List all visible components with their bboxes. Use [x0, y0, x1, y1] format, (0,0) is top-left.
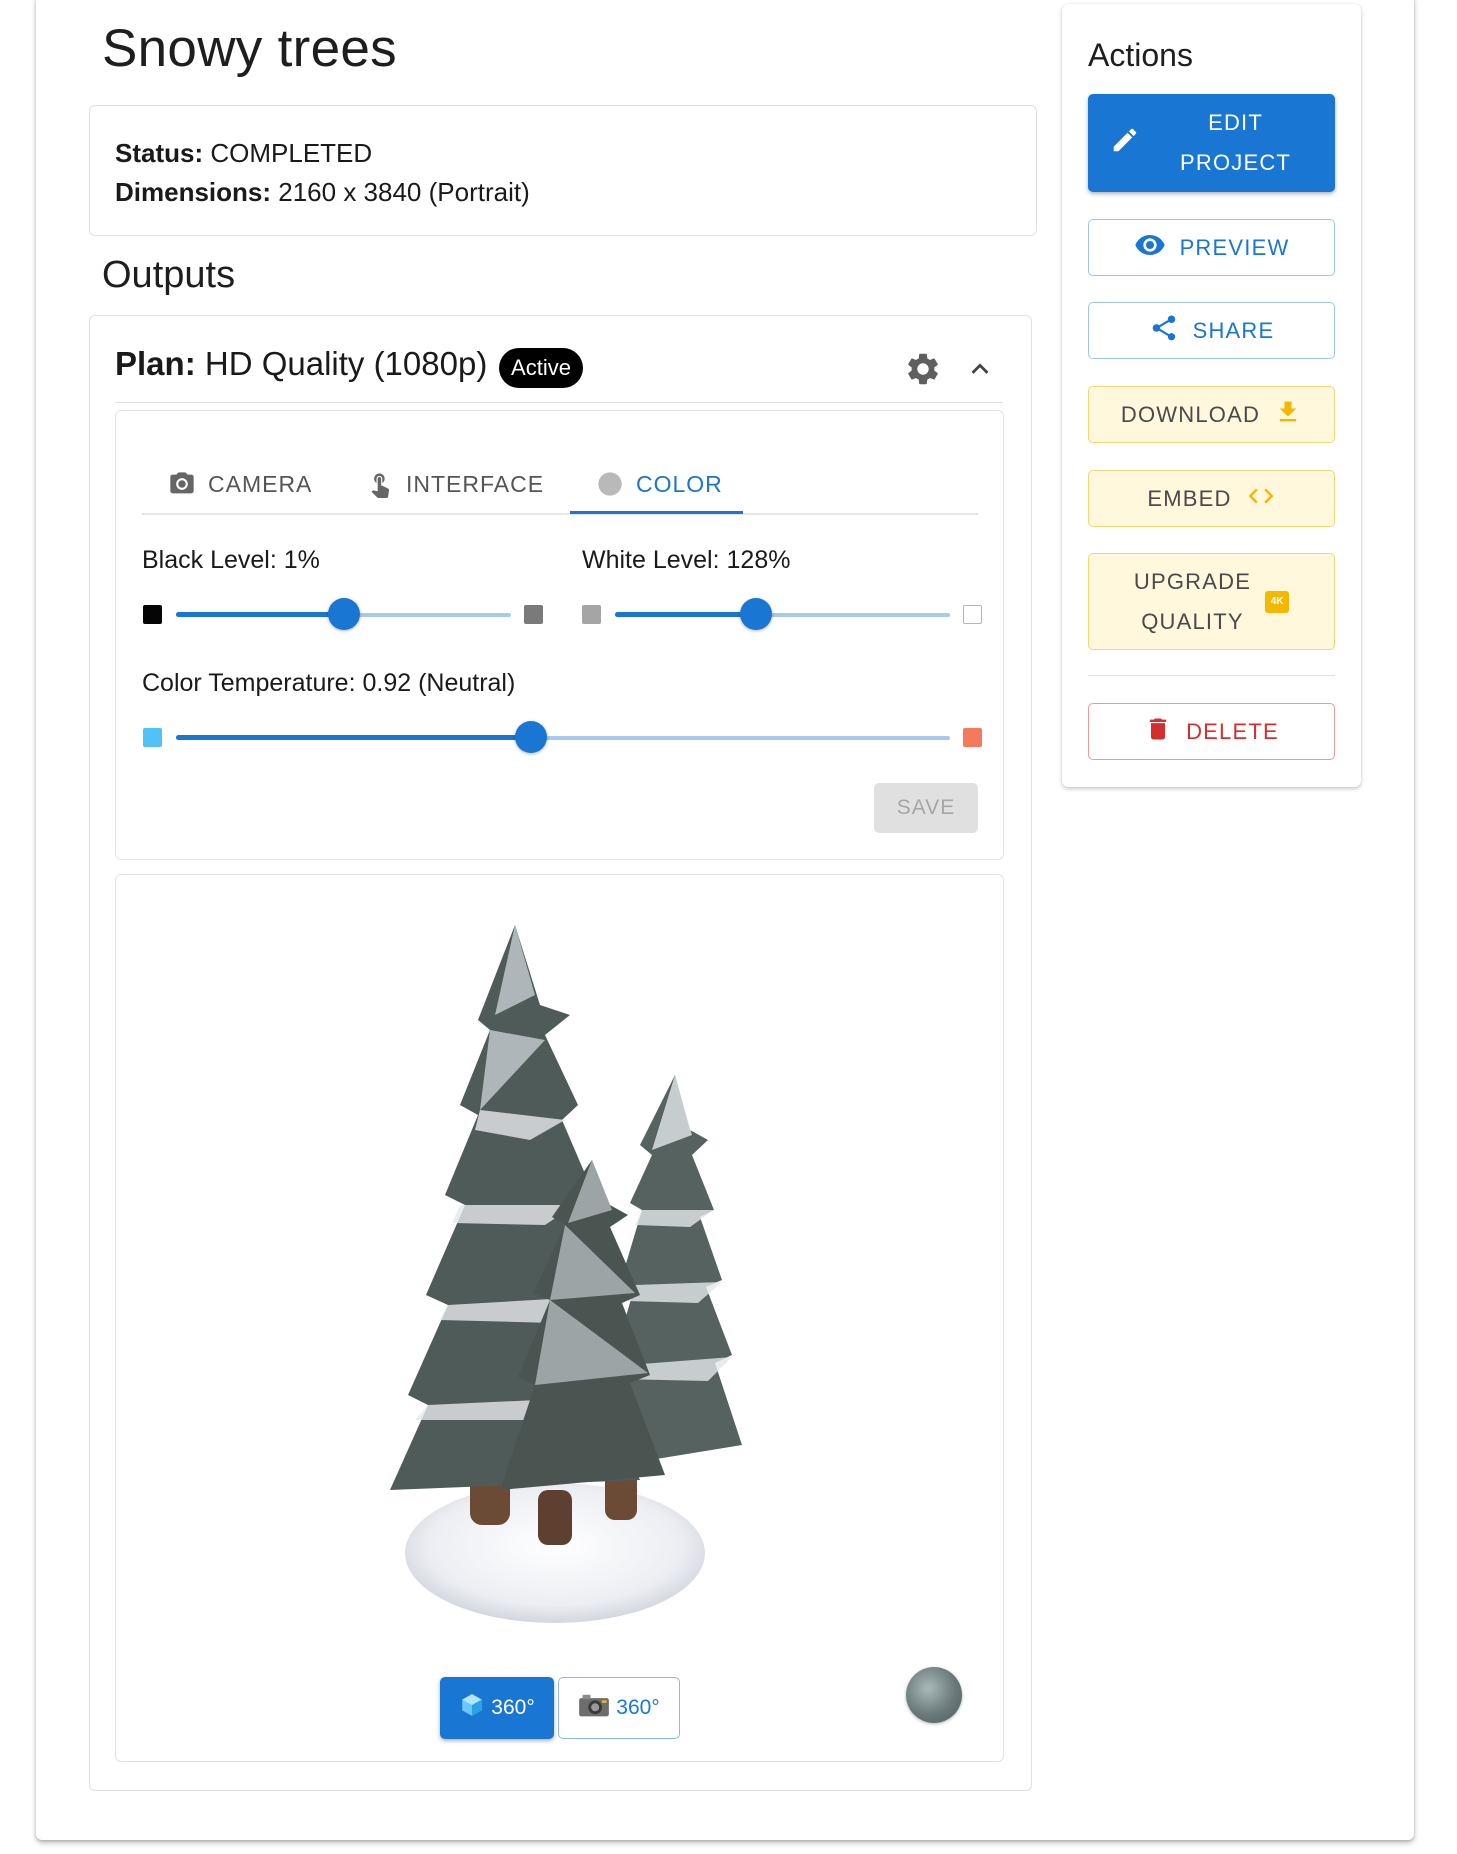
gray-swatch	[524, 605, 543, 624]
edit-project-button[interactable]: EDIT PROJECT	[1088, 94, 1335, 192]
tabs-divider	[142, 513, 978, 515]
cube-icon	[459, 1692, 485, 1724]
black-level-thumb[interactable]	[328, 598, 360, 630]
dimensions-value: 2160 x 3840 (Portrait)	[278, 177, 530, 207]
eye-icon	[1134, 229, 1166, 267]
tab-camera-label: CAMERA	[208, 470, 313, 497]
black-level-label: Black Level: 1%	[142, 546, 320, 574]
project-info-card	[89, 105, 1037, 236]
embed-button[interactable]: EMBED	[1088, 470, 1335, 527]
tab-interface[interactable]: INTERFACE	[366, 455, 544, 513]
preview-label: PREVIEW	[1179, 234, 1290, 260]
warm-swatch	[963, 728, 982, 747]
tab-camera[interactable]: CAMERA	[168, 455, 312, 513]
white-level-label: White Level: 128%	[582, 546, 791, 574]
share-icon	[1149, 313, 1179, 349]
gear-icon[interactable]	[904, 350, 942, 388]
upgrade-label-line1: UPGRADE	[1133, 568, 1252, 594]
download-button[interactable]: DOWNLOAD	[1088, 386, 1335, 443]
preview-button[interactable]: PREVIEW	[1088, 219, 1335, 276]
4k-badge-icon: 4K	[1265, 590, 1290, 613]
actions-title: Actions	[1088, 37, 1193, 73]
dimensions-label: Dimensions:	[115, 177, 272, 207]
white-level-fill	[615, 612, 757, 617]
upgrade-quality-label: UPGRADE QUALITY	[1134, 562, 1251, 642]
light-gray-swatch	[582, 605, 601, 624]
white-swatch	[963, 605, 982, 624]
cool-swatch	[143, 728, 162, 747]
download-label: DOWNLOAD	[1120, 401, 1261, 427]
status-value: COMPLETED	[210, 138, 373, 168]
plan-label: Plan:	[115, 345, 196, 382]
trash-icon	[1144, 715, 1172, 749]
tab-color-label: COLOR	[636, 470, 723, 497]
view-photo-360-button[interactable]: 360°	[558, 1677, 680, 1739]
outputs-heading: Outputs	[102, 254, 236, 296]
environment-sphere-icon[interactable]	[906, 1667, 962, 1723]
plan-divider	[115, 402, 1003, 403]
color-temperature-thumb[interactable]	[515, 721, 547, 753]
view-3d-360-label: 360°	[491, 1696, 535, 1719]
tab-interface-label: INTERFACE	[406, 470, 545, 497]
upgrade-quality-button[interactable]: UPGRADE QUALITY 4K	[1088, 553, 1335, 650]
actions-divider	[1088, 675, 1335, 676]
edit-label-line2: PROJECT	[1180, 150, 1292, 175]
page-title: Snowy trees	[102, 19, 397, 78]
share-label: SHARE	[1192, 317, 1275, 343]
delete-label: DELETE	[1186, 718, 1279, 744]
pencil-icon	[1110, 125, 1140, 161]
camera-icon	[168, 470, 196, 498]
plan-value: HD Quality (1080p)	[204, 345, 488, 382]
black-swatch	[143, 605, 162, 624]
upgrade-label-line2: QUALITY	[1141, 608, 1244, 634]
plan-title: Plan: HD Quality (1080p)	[115, 345, 487, 383]
edit-label-line1: EDIT	[1208, 110, 1263, 135]
tab-color[interactable]: COLOR	[596, 455, 723, 513]
view-3d-360-button[interactable]: 360°	[440, 1677, 554, 1739]
snowy-trees-model	[390, 925, 742, 1623]
download-icon	[1274, 398, 1302, 432]
embed-label: EMBED	[1147, 485, 1232, 511]
save-button[interactable]: SAVE	[874, 783, 978, 833]
photo-camera-icon	[578, 1692, 610, 1724]
white-level-thumb[interactable]	[740, 598, 772, 630]
status-line: Status: COMPLETED	[115, 138, 372, 169]
edit-project-label: EDIT PROJECT	[1180, 103, 1291, 183]
status-label: Status:	[115, 138, 204, 168]
color-circle-icon	[596, 470, 624, 498]
share-button[interactable]: SHARE	[1088, 302, 1335, 359]
color-temperature-label: Color Temperature: 0.92 (Neutral)	[142, 669, 516, 697]
view-photo-360-label: 360°	[616, 1696, 660, 1719]
code-icon	[1246, 481, 1276, 517]
color-temperature-fill	[176, 735, 531, 740]
touch-icon	[366, 469, 394, 499]
chevron-up-icon[interactable]	[963, 352, 997, 386]
status-badge: Active	[499, 348, 583, 388]
black-level-fill	[176, 612, 344, 617]
delete-button[interactable]: DELETE	[1088, 703, 1335, 760]
active-tab-indicator	[570, 511, 743, 514]
dimensions-line: Dimensions: 2160 x 3840 (Portrait)	[115, 177, 530, 208]
